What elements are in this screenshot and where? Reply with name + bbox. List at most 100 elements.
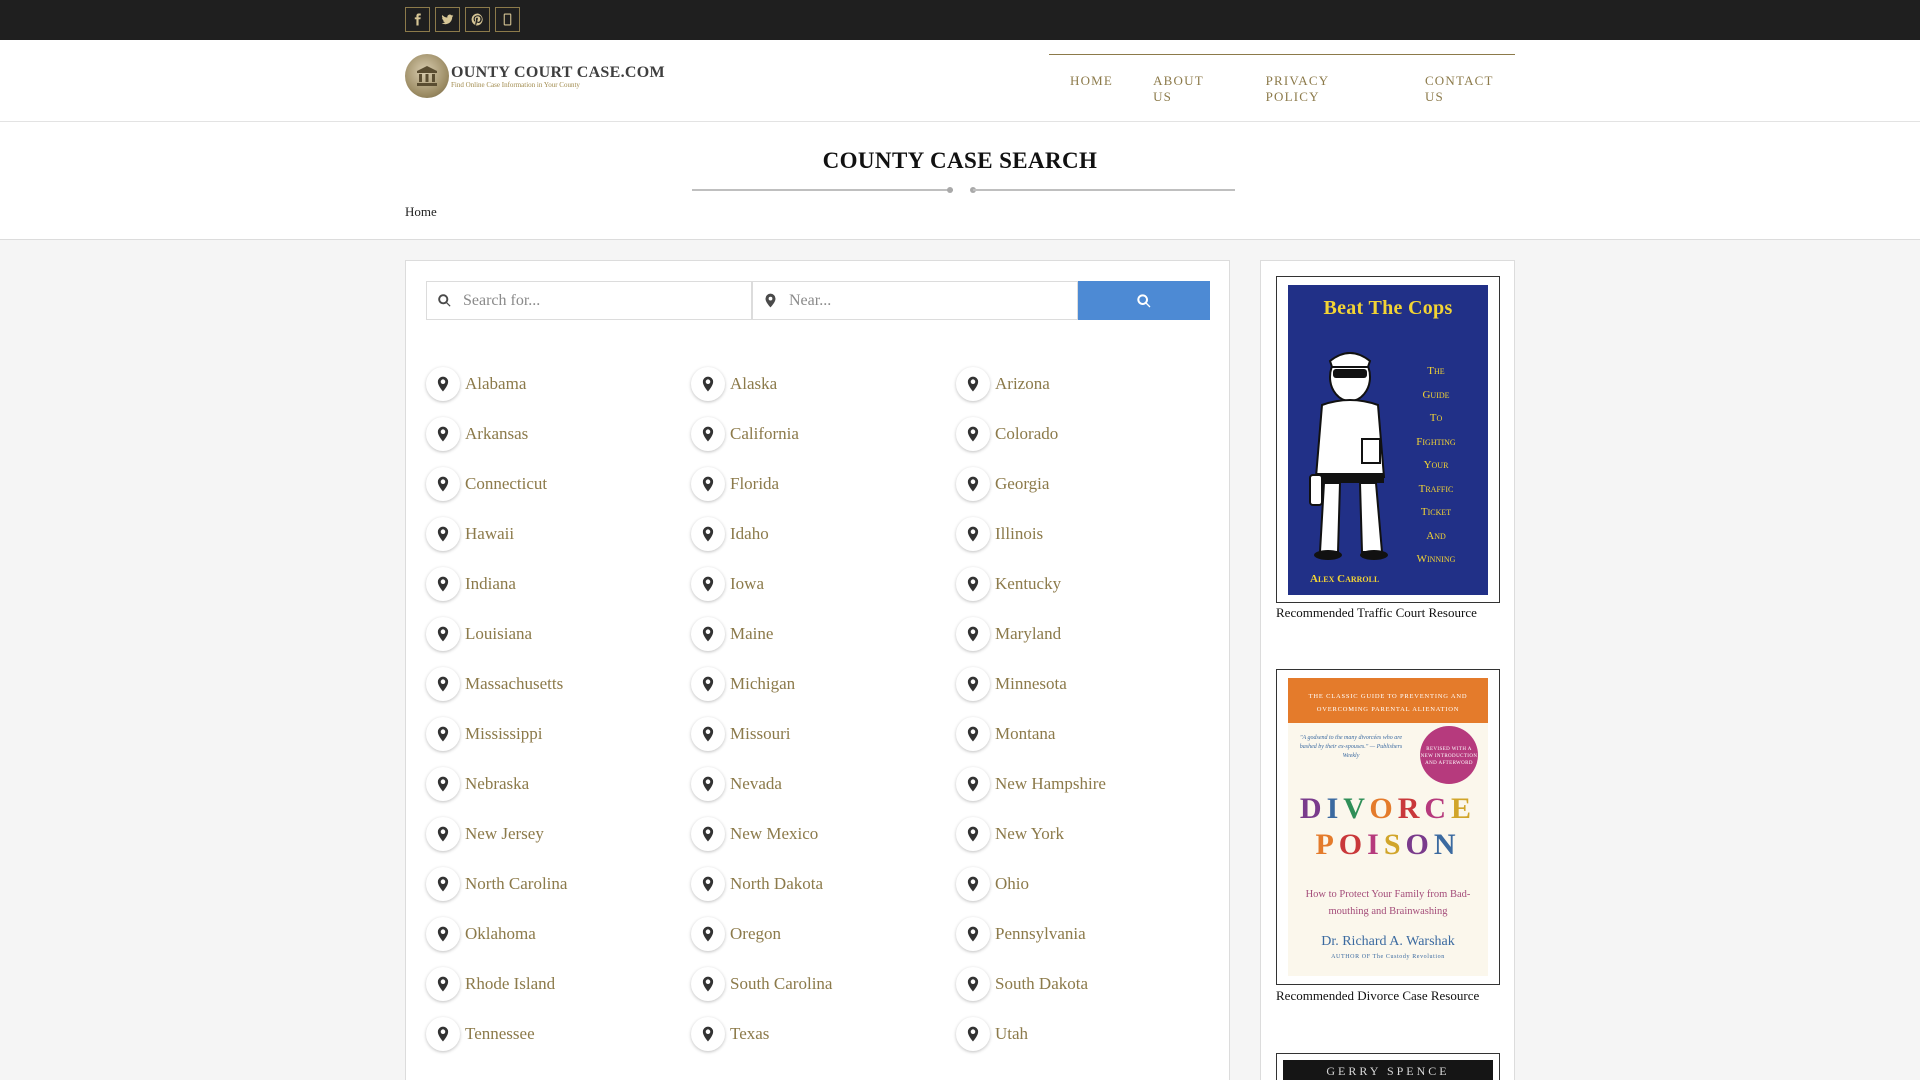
state-item: Alabama [426,366,691,402]
state-item: Iowa [691,566,956,602]
state-link[interactable]: Maryland [995,624,1061,644]
state-link[interactable]: Michigan [730,674,795,694]
near-input[interactable] [789,291,1049,310]
state-link[interactable]: Nevada [730,774,782,794]
map-marker-icon [956,717,990,751]
map-marker-icon [426,867,460,901]
map-marker-icon [956,517,990,551]
cartoon-police-officer-icon [1309,352,1388,560]
instagram-link[interactable] [495,7,520,32]
state-link[interactable]: New Hampshire [995,774,1106,794]
state-item: Oregon [691,916,956,952]
state-link[interactable]: Tennessee [465,1024,535,1044]
pinterest-link[interactable] [465,7,490,32]
nav-about-us[interactable]: ABOUT US [1153,73,1225,105]
map-marker-icon [765,293,776,308]
state-link[interactable]: North Dakota [730,874,823,894]
state-link[interactable]: Illinois [995,524,1043,544]
state-link[interactable]: Colorado [995,424,1058,444]
state-item: Illinois [956,516,1216,552]
twitter-link[interactable] [435,7,460,32]
breadcrumb-home[interactable]: Home [405,204,437,220]
state-link[interactable]: Massachusetts [465,674,563,694]
social-links [405,0,1515,32]
map-marker-icon [691,467,725,501]
map-marker-icon [426,1017,460,1051]
search-button[interactable] [1078,281,1210,320]
state-link[interactable]: Alabama [465,374,526,394]
state-link[interactable]: Idaho [730,524,769,544]
state-link[interactable]: Georgia [995,474,1049,494]
state-link[interactable]: New Mexico [730,824,818,844]
book-cover: Beat The Cops The Guide To Fighting Your [1288,285,1488,595]
book-beat-the-cops[interactable]: Beat The Cops The Guide To Fighting Your [1276,276,1500,603]
state-link[interactable]: Montana [995,724,1055,744]
state-item: Utah [956,1016,1216,1052]
state-item: Kentucky [956,566,1216,602]
state-link[interactable]: New Jersey [465,824,544,844]
state-item: Oklahoma [426,916,691,952]
nav-contact-us[interactable]: CONTACT US [1425,73,1515,105]
state-link[interactable]: South Dakota [995,974,1088,994]
title-letter: P [1315,828,1339,861]
map-marker-icon [956,867,990,901]
state-link[interactable]: Iowa [730,574,764,594]
state-link[interactable]: Hawaii [465,524,514,544]
map-marker-icon [426,717,460,751]
state-link[interactable]: Indiana [465,574,516,594]
state-link[interactable]: Oklahoma [465,924,536,944]
book-caption: Recommended Traffic Court Resource [1276,605,1477,620]
state-link[interactable]: Rhode Island [465,974,555,994]
state-link[interactable]: Missouri [730,724,790,744]
state-link[interactable]: Mississippi [465,724,542,744]
book-gerry-spence[interactable]: GERRY SPENCE [1276,1053,1500,1080]
state-link[interactable]: Nebraska [465,774,529,794]
title-letter: I [1326,792,1344,825]
state-link[interactable]: Louisiana [465,624,532,644]
twitter-icon [441,14,454,25]
map-marker-icon [691,567,725,601]
state-link[interactable]: South Carolina [730,974,832,994]
title-letter: V [1343,792,1370,825]
state-item: Nebraska [426,766,691,802]
map-marker-icon [691,417,725,451]
site-logo[interactable]: OUNTY COURT CASE.COM Find Online Case In… [405,54,665,98]
instagram-icon [503,13,512,26]
state-item: Florida [691,466,956,502]
state-item: Arkansas [426,416,691,452]
state-link[interactable]: Oregon [730,924,781,944]
state-link[interactable]: Ohio [995,874,1029,894]
state-link[interactable]: Texas [730,1024,769,1044]
map-marker-icon [691,917,725,951]
logo-name: OUNTY COURT CASE.COM [451,63,665,81]
state-link[interactable]: Kentucky [995,574,1061,594]
state-link[interactable]: Maine [730,624,773,644]
book-title-line1: DIVORCE [1288,792,1488,826]
state-link[interactable]: Florida [730,474,779,494]
state-item: Colorado [956,416,1216,452]
facebook-link[interactable] [405,7,430,32]
map-marker-icon [426,767,460,801]
state-link[interactable]: Connecticut [465,474,547,494]
top-bar [0,0,1920,40]
state-link[interactable]: Arkansas [465,424,528,444]
state-link[interactable]: Minnesota [995,674,1067,694]
facebook-icon [414,13,421,26]
keyword-field [426,281,752,320]
map-marker-icon [691,967,725,1001]
book-divorce-poison[interactable]: THE CLASSIC GUIDE TO PREVENTING AND OVER… [1276,669,1500,985]
state-link[interactable]: North Carolina [465,874,567,894]
map-marker-icon [691,767,725,801]
search-input[interactable] [463,291,723,310]
state-link[interactable]: Alaska [730,374,777,394]
nav-privacy-policy[interactable]: PRIVACY POLICY [1266,73,1385,105]
state-link[interactable]: Utah [995,1024,1028,1044]
state-link[interactable]: Pennsylvania [995,924,1086,944]
nav-home[interactable]: HOME [1070,73,1113,105]
map-marker-icon [691,867,725,901]
map-marker-icon [956,567,990,601]
state-link[interactable]: Arizona [995,374,1050,394]
state-link[interactable]: New York [995,824,1064,844]
state-link[interactable]: California [730,424,799,444]
page-title-bar: COUNTY CASE SEARCH Home [0,122,1920,240]
